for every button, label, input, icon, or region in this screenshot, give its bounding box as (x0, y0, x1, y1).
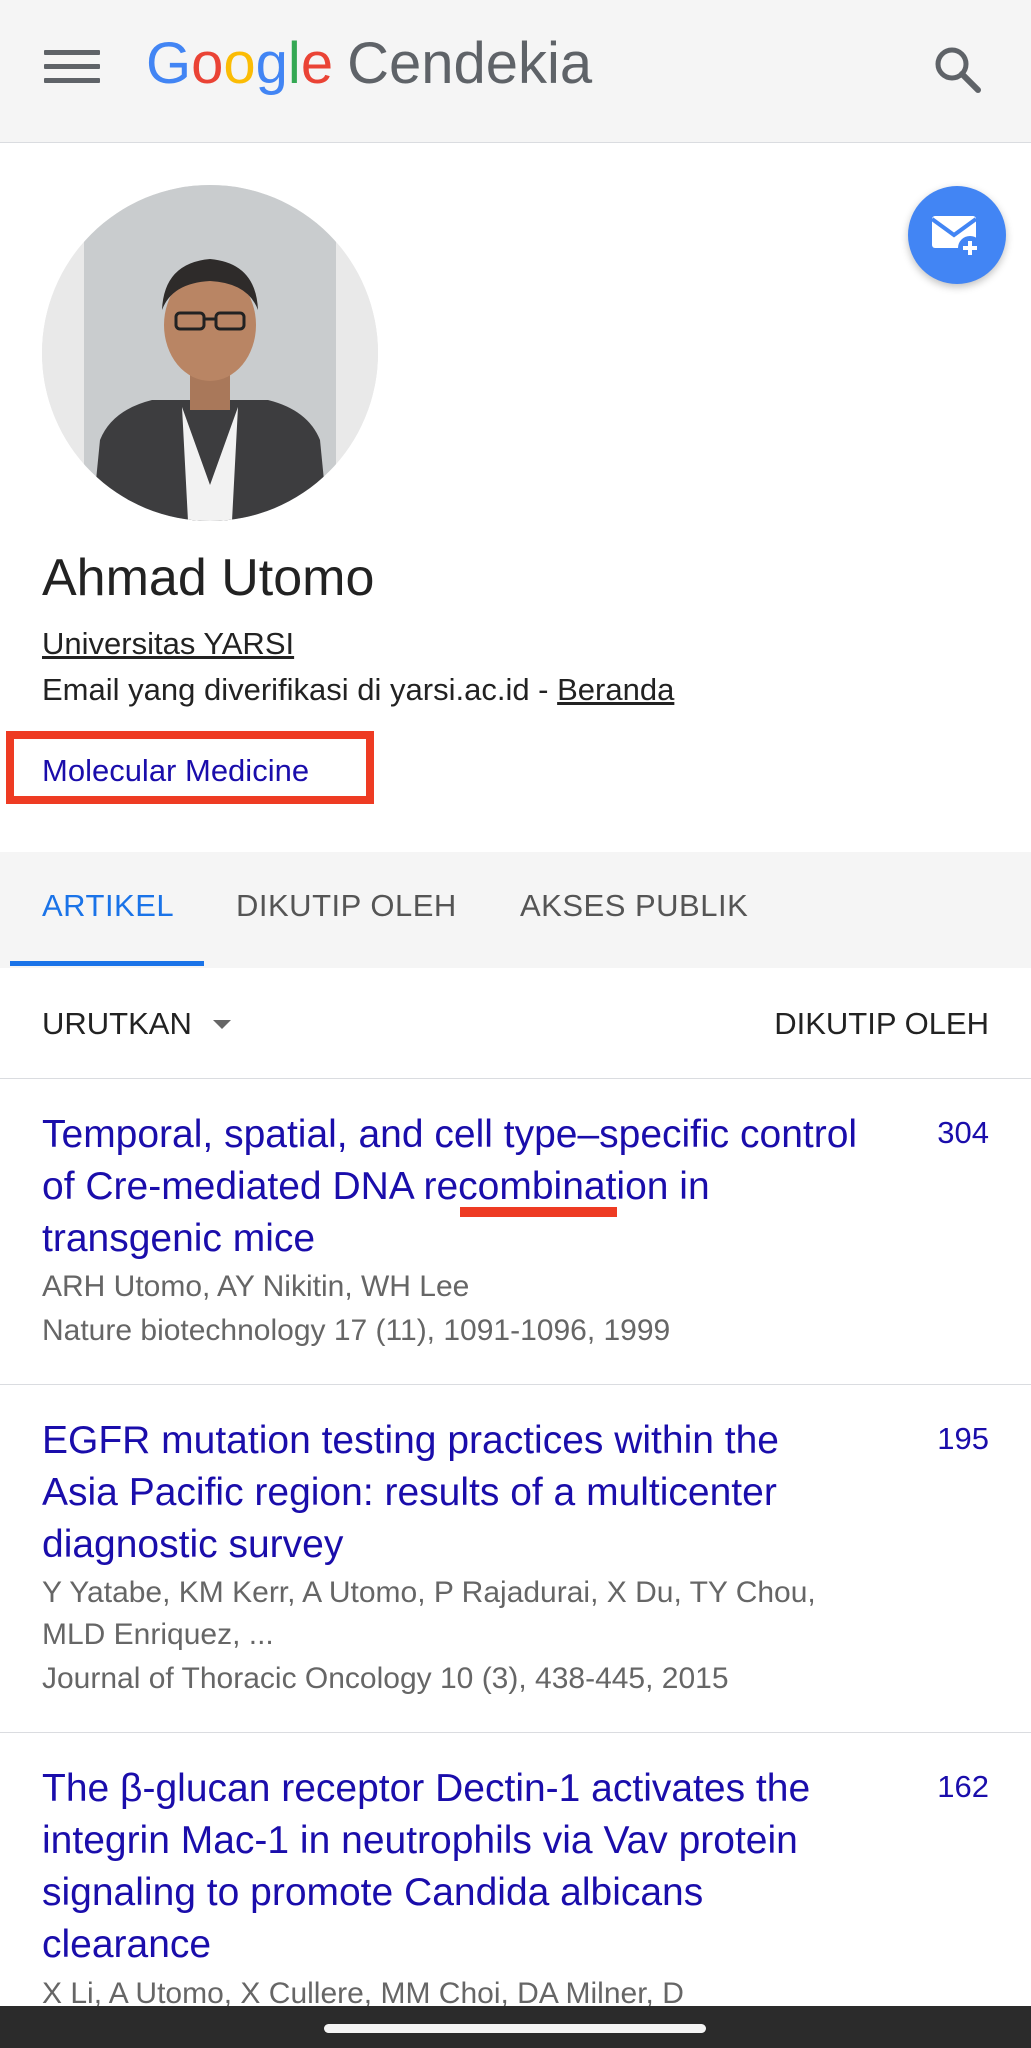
tab-artikel[interactable]: ARTIKEL (42, 888, 174, 924)
active-tab-indicator (10, 961, 204, 966)
affiliation-link[interactable]: Universitas YARSI (42, 626, 294, 662)
cited-by-count[interactable]: 304 (937, 1115, 989, 1151)
article-item: EGFR mutation testing practices within t… (0, 1385, 1031, 1733)
article-venue: Journal of Thoracic Oncology 10 (3), 438… (42, 1662, 729, 1695)
cited-by-count[interactable]: 162 (937, 1769, 989, 1805)
article-item: Temporal, spatial, and cell type–specifi… (0, 1079, 1031, 1385)
menu-icon[interactable] (44, 50, 100, 90)
avatar-photo (42, 185, 378, 521)
caret-down-icon[interactable] (213, 1020, 231, 1029)
article-item: The β-glucan receptor Dectin-1 activates… (0, 1733, 1031, 2006)
logo-google-word: Google (146, 31, 333, 96)
profile-name: Ahmad Utomo (42, 549, 375, 607)
article-authors: Y Yatabe, KM Kerr, A Utomo, P Rajadurai,… (42, 1576, 816, 1651)
logo-letter: e (300, 31, 334, 96)
article-title-link[interactable]: EGFR mutation testing practices within t… (42, 1415, 862, 1571)
interest-link[interactable]: Molecular Medicine (42, 753, 309, 789)
logo-letter: l (287, 31, 301, 96)
tab-akses-publik[interactable]: AKSES PUBLIK (520, 888, 748, 924)
article-authors: X Li, A Utomo, X Cullere, MM Choi, DA Mi… (42, 1977, 684, 2006)
search-icon[interactable] (928, 40, 988, 100)
email-verification: Email yang diverifikasi di yarsi.ac.id -… (42, 672, 674, 708)
logo-letter: o (223, 31, 256, 96)
article-title-link[interactable]: Temporal, spatial, and cell type–specifi… (42, 1109, 862, 1265)
cited-by-count[interactable]: 195 (937, 1421, 989, 1457)
logo-letter: o (191, 31, 224, 96)
annotation-underline (460, 1207, 617, 1217)
homepage-link[interactable]: Beranda (557, 672, 674, 707)
tab-dikutip-oleh[interactable]: DIKUTIP OLEH (236, 888, 457, 924)
sort-button[interactable]: URUTKAN (42, 1006, 192, 1042)
system-navigation-bar (0, 2006, 1031, 2048)
logo-suffix: Cendekia (347, 31, 593, 96)
mail-add-icon (930, 216, 982, 260)
article-venue: Nature biotechnology 17 (11), 1091-1096,… (42, 1314, 671, 1347)
tab-bar: ARTIKEL DIKUTIP OLEH AKSES PUBLIK (0, 852, 1031, 968)
follow-button[interactable] (908, 186, 1006, 284)
home-gesture-handle[interactable] (324, 2024, 706, 2033)
email-text: Email yang diverifikasi di yarsi.ac.id - (42, 672, 558, 707)
app-header: Google Cendekia (0, 0, 1031, 143)
cited-by-sort-header[interactable]: DIKUTIP OLEH (774, 1006, 989, 1042)
avatar (42, 185, 378, 521)
sort-bar: URUTKAN DIKUTIP OLEH (0, 968, 1031, 1079)
google-scholar-logo[interactable]: Google Cendekia (146, 24, 592, 104)
article-authors: ARH Utomo, AY Nikitin, WH Lee (42, 1270, 470, 1303)
article-title-link[interactable]: The β-glucan receptor Dectin-1 activates… (42, 1763, 862, 1971)
logo-letter: G (146, 31, 192, 96)
logo-letter: g (255, 31, 288, 96)
